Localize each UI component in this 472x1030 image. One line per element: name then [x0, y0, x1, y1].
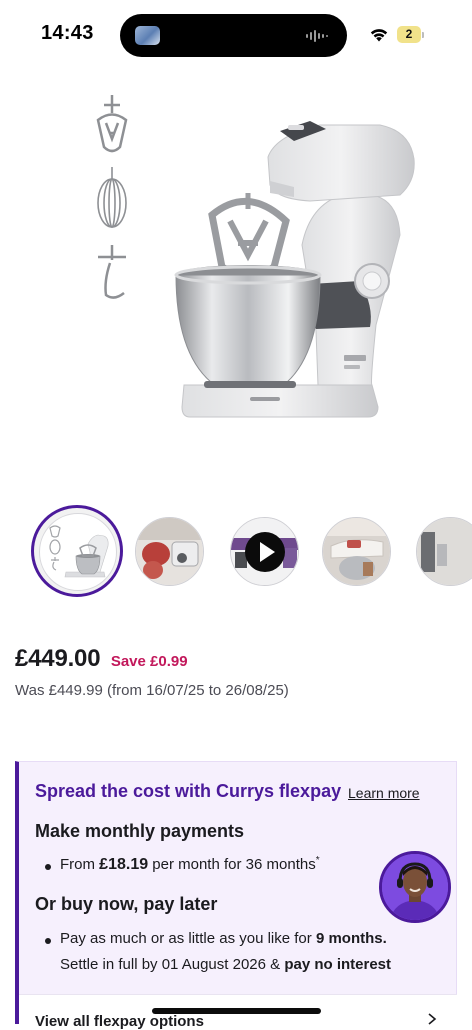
kenwood-stand-mixer-image[interactable] — [80, 85, 440, 435]
image-thumbnail-carousel[interactable] — [0, 505, 472, 605]
flexpay-title: Spread the cost with Currys flexpay — [35, 781, 342, 801]
monthly-from: From — [60, 856, 95, 873]
battery-level: 2 — [397, 26, 421, 43]
bullet-dot — [45, 938, 51, 944]
support-agent-avatar[interactable] — [379, 851, 451, 923]
save-amount: Save £0.99 — [110, 653, 188, 670]
mixer-in-use-thumbnail[interactable] — [322, 517, 391, 586]
bnpl-line-2-text: Settle in full by 01 August 2026 & — [60, 956, 281, 973]
wifi-icon — [370, 29, 388, 42]
mixer-thumbnail-image — [39, 513, 117, 591]
bnpl-line-2: Settle in full by 01 August 2026 & pay n… — [60, 956, 391, 973]
bullet-dot — [45, 864, 51, 870]
learn-more-link[interactable]: Learn more — [348, 785, 420, 801]
kitchen-thumbnail-image — [417, 518, 472, 585]
monthly-suffix: per month for 36 months — [152, 856, 316, 873]
price-row: £449.00 Save £0.99 — [15, 645, 188, 673]
battery-icon: 2 — [397, 26, 425, 43]
monthly-footnote-marker: * — [315, 855, 320, 866]
kitchen-thumbnail[interactable] — [416, 517, 472, 586]
monthly-payment-line: From £18.19 per month for 36 months* — [60, 855, 320, 874]
now-playing-thumbnail — [135, 26, 160, 45]
dough-thumbnail-image — [136, 518, 203, 585]
dough-thumbnail[interactable] — [135, 517, 204, 586]
bnpl-line-1-bold: 9 months. — [315, 930, 387, 947]
k-beater-attachment — [96, 95, 128, 153]
audio-wave-icon — [306, 30, 328, 42]
play-button[interactable] — [245, 532, 285, 572]
video-thumbnail[interactable] — [230, 517, 299, 586]
status-bar: 14:43 2 — [0, 0, 472, 72]
chevron-right-icon — [428, 1013, 437, 1025]
was-price: Was £449.99 (from 16/07/25 to 26/08/25) — [15, 682, 289, 699]
dynamic-island[interactable] — [120, 14, 347, 57]
dough-hook-attachment — [98, 245, 126, 299]
whisk-attachment — [97, 167, 127, 228]
bnpl-line-1-text: Pay as much or as little as you like for — [60, 930, 312, 947]
bnpl-line-2-bold: pay no interest — [284, 956, 392, 973]
view-all-label: View all flexpay options — [35, 1013, 204, 1030]
mixer-in-use-thumbnail-image — [323, 518, 390, 585]
battery-cap — [422, 32, 424, 38]
home-indicator[interactable] — [152, 1008, 321, 1014]
monthly-payments-heading: Make monthly payments — [35, 821, 245, 841]
monthly-amount: £18.19 — [99, 856, 149, 873]
play-icon — [260, 542, 275, 562]
support-agent-avatar-image — [382, 854, 448, 920]
status-time: 14:43 — [41, 22, 94, 44]
bnpl-line-1: Pay as much or as little as you like for… — [60, 930, 387, 947]
flexpay-card: Spread the cost with Currys flexpay Lear… — [15, 761, 457, 1030]
buy-now-pay-later-heading: Or buy now, pay later — [35, 894, 218, 914]
current-price: £449.00 — [15, 645, 101, 672]
mixer-thumbnail[interactable] — [31, 505, 123, 597]
